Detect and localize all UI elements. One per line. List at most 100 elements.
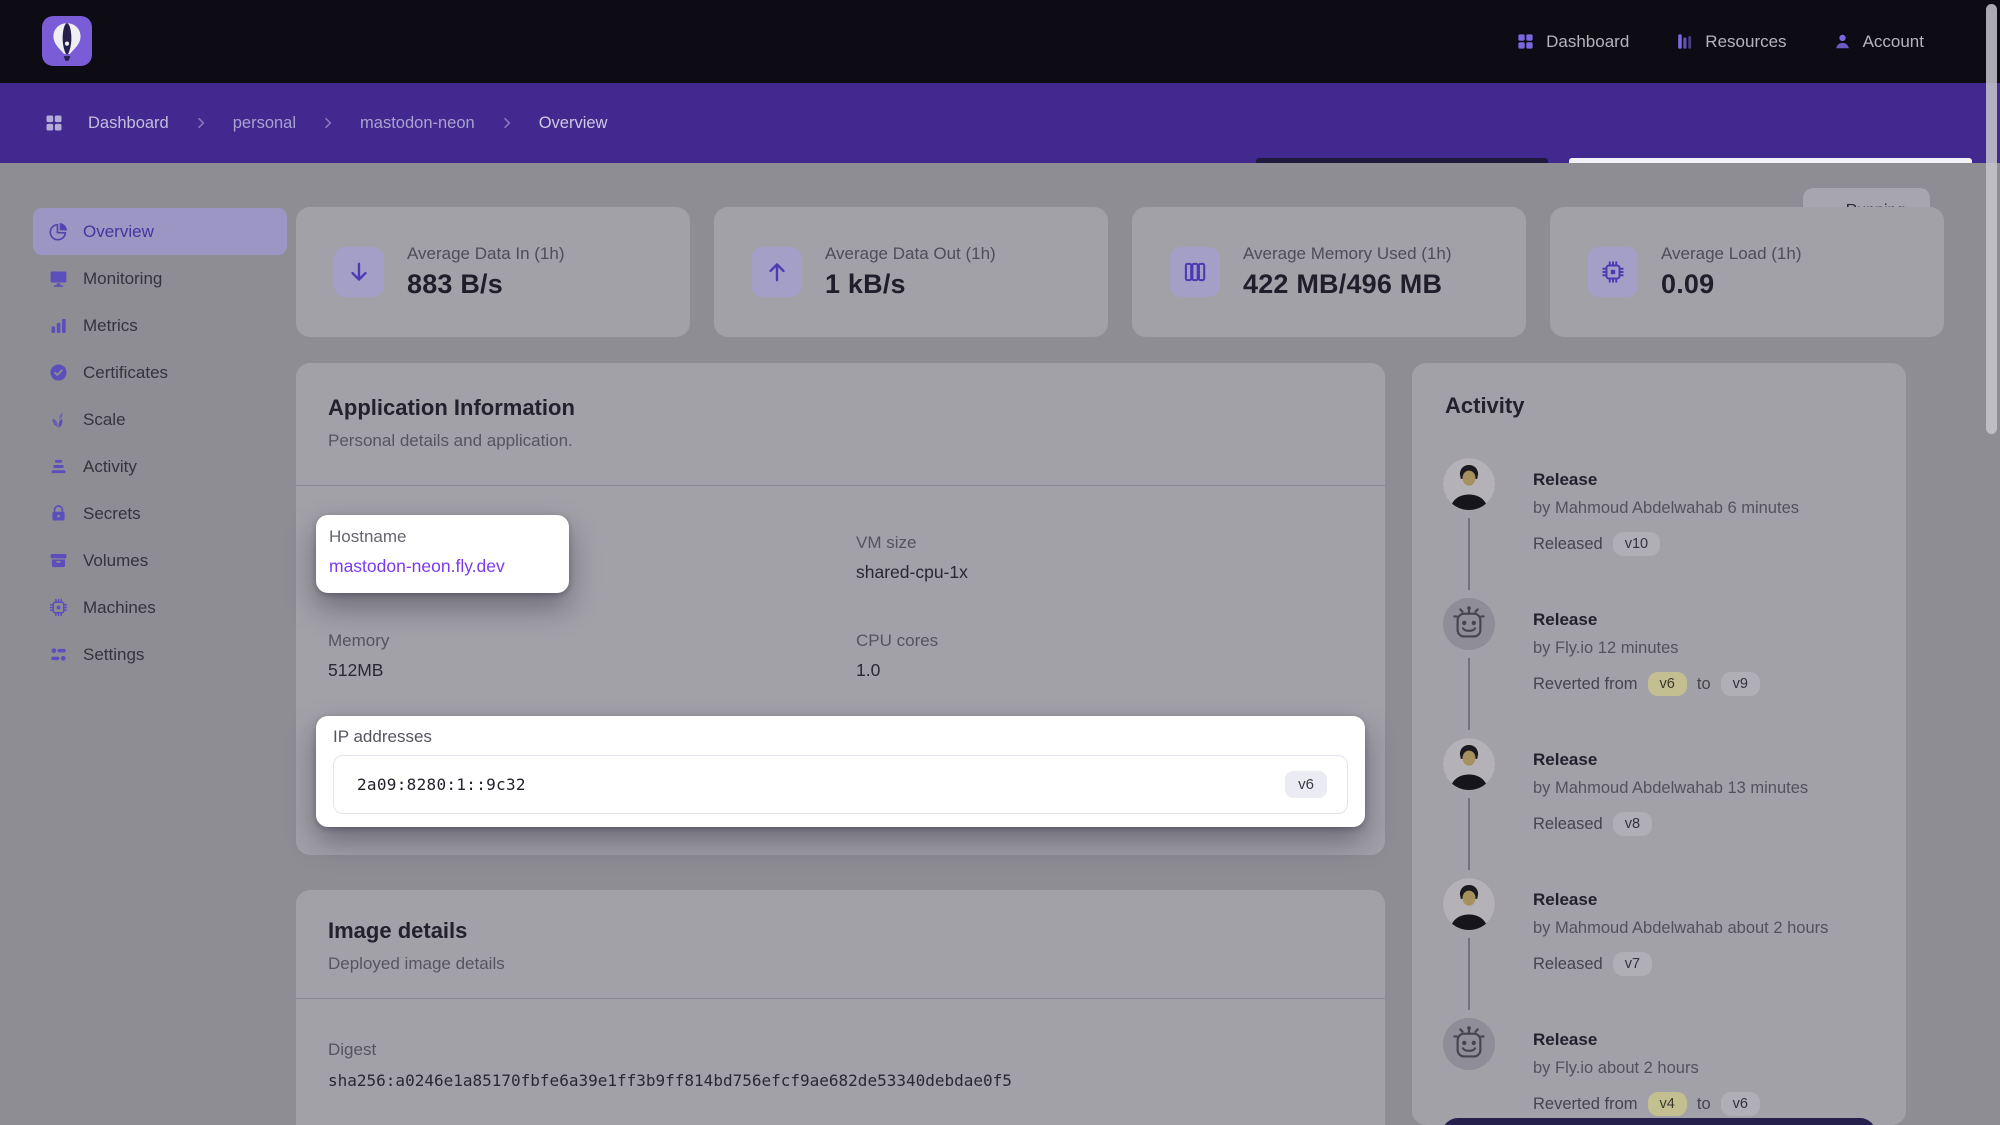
user-avatar — [1443, 878, 1495, 930]
tour-tooltip-top-edge[interactable] — [1442, 1118, 1876, 1125]
sidebar-item-label: Certificates — [83, 363, 168, 383]
sidebar-item-certificates[interactable]: Certificates — [33, 349, 287, 396]
check-badge-icon — [48, 362, 69, 383]
ip-address-row: 2a09:8280:1::9c32 v6 — [333, 755, 1348, 814]
release-action-label: Released — [1533, 815, 1603, 834]
page-scrollbar — [1985, 0, 1998, 1125]
activity-release-item: Releaseby Fly.io about 2 hoursReverted f… — [1412, 1018, 1906, 1125]
release-action-row: Released v8 — [1533, 812, 1652, 836]
memory-field: Memory 512MB — [328, 631, 389, 681]
sidebar-item-secrets[interactable]: Secrets — [33, 490, 287, 537]
breadcrumb-item-overview[interactable]: Overview — [539, 114, 608, 133]
bars-icon — [1675, 32, 1694, 51]
breadcrumb: Dashboard personal mastodon-neon Overview — [44, 83, 607, 163]
sidebar-item-volumes[interactable]: Volumes — [33, 537, 287, 584]
stat-card-0: Average Data In (1h) 883 B/s — [296, 207, 690, 337]
vm-size-field: VM size shared-cpu-1x — [856, 533, 968, 583]
sidebar-item-label: Activity — [83, 457, 137, 477]
sidebar-item-settings[interactable]: Settings — [33, 631, 287, 678]
monitor-icon — [48, 268, 69, 289]
stat-text: Average Data Out (1h)1 kB/s — [825, 244, 996, 300]
user-avatar — [1443, 458, 1495, 510]
release-title: Release — [1533, 470, 1597, 490]
topnav-item-label: Dashboard — [1546, 32, 1629, 52]
stat-value: 422 MB/496 MB — [1243, 269, 1452, 300]
sidebar-item-scale[interactable]: Scale — [33, 396, 287, 443]
stat-value: 0.09 — [1661, 269, 1802, 300]
grid-icon — [44, 113, 64, 133]
tour-tooltip-edge-dark — [1256, 158, 1548, 163]
sidebar-item-monitoring[interactable]: Monitoring — [33, 255, 287, 302]
arrow-down-icon — [346, 259, 372, 285]
release-action-row: Releasedv7 — [1533, 952, 1652, 976]
topnav-item-resources[interactable]: Resources — [1675, 32, 1786, 52]
stat-icon-tile — [1170, 247, 1220, 297]
ip-version-badge: v6 — [1285, 771, 1327, 798]
sidebar-item-machines[interactable]: Machines — [33, 584, 287, 631]
version-badge: v6 — [1648, 672, 1687, 696]
breadcrumb-item-mastodon-neon[interactable]: mastodon-neon — [360, 114, 475, 133]
release-action-label: Reverted from — [1533, 675, 1638, 694]
sidebar-item-label: Machines — [83, 598, 156, 618]
app-info-title: Application Information — [328, 395, 575, 421]
release-byline: by Mahmoud Abdelwahab 6 minutes — [1533, 499, 1799, 518]
release-action-label: Released — [1533, 955, 1603, 974]
memory-value: 512MB — [328, 660, 389, 681]
cpu-cores-field: CPU cores 1.0 — [856, 631, 938, 681]
stats-row: Average Data In (1h)883 B/sAverage Data … — [296, 207, 1944, 337]
image-details-subtitle: Deployed image details — [328, 954, 505, 974]
leaves-icon — [48, 409, 69, 430]
version-badge: v8 — [1613, 812, 1652, 836]
sidebar-item-activity[interactable]: Activity — [33, 443, 287, 490]
stat-label: Average Data In (1h) — [407, 244, 565, 264]
stat-label: Average Memory Used (1h) — [1243, 244, 1452, 264]
release-action-separator: to — [1697, 675, 1711, 694]
stat-value: 883 B/s — [407, 269, 565, 300]
stat-value: 1 kB/s — [825, 269, 996, 300]
sidebar-item-overview[interactable]: Overview — [33, 208, 287, 255]
activity-release-item: Releaseby Mahmoud Abdelwahab about 2 hou… — [1412, 878, 1906, 1018]
digest-value: sha256:a0246e1a85170fbfe6a39e1ff3b9ff814… — [328, 1071, 1012, 1090]
ip-addresses-spotlight-box: IP addresses 2a09:8280:1::9c32 v6 — [316, 716, 1365, 827]
topnav-item-dashboard[interactable]: Dashboard — [1516, 32, 1629, 52]
cpu-cores-label: CPU cores — [856, 631, 938, 651]
cpu-chip-icon — [1600, 259, 1626, 285]
hostname-label: Hostname — [329, 527, 556, 547]
cpu-chip-icon — [48, 597, 69, 618]
chevron-right-icon — [193, 115, 209, 131]
hostname-link[interactable]: mastodon-neon.fly.dev — [329, 556, 556, 577]
version-badge: v6 — [1721, 1092, 1760, 1116]
release-title: Release — [1533, 1030, 1597, 1050]
version-badge: v9 — [1721, 672, 1760, 696]
vm-size-value: shared-cpu-1x — [856, 562, 968, 583]
stat-text: Average Load (1h) 0.09 — [1661, 244, 1802, 300]
activity-panel: Activity Releaseby Mahmoud Abdelwahab 6 … — [1412, 363, 1906, 1125]
topnav-item-account[interactable]: Account — [1833, 32, 1924, 52]
sidebar-item-metrics[interactable]: Metrics — [33, 302, 287, 349]
stat-label: Average Load (1h) — [1661, 244, 1802, 264]
timeline-connector — [1468, 938, 1470, 1010]
release-action-row: Reverted from v6 to v9 — [1533, 672, 1760, 696]
sidebar-item-label: Overview — [83, 222, 154, 242]
release-byline: by Mahmoud Abdelwahab 13 minutes — [1533, 779, 1808, 798]
timeline-connector — [1468, 518, 1470, 590]
fly-logo[interactable] — [42, 16, 92, 66]
release-title: Release — [1533, 610, 1597, 630]
stat-text: Average Memory Used (1h) 422 MB/496 MB — [1243, 244, 1452, 300]
sidebar-item-label: Scale — [83, 410, 126, 430]
breadcrumb-item-personal[interactable]: personal — [233, 114, 296, 133]
stat-card-2: Average Memory Used (1h) 422 MB/496 MB — [1132, 207, 1526, 337]
image-details-card: Image details Deployed image details Dig… — [296, 890, 1385, 1125]
sidebar-nav: Overview MonitoringMetrics Certificates Sca… — [33, 208, 287, 678]
top-navigation-bar: Dashboard Resources Account — [0, 0, 2000, 83]
sidebar-item-label: Volumes — [83, 551, 148, 571]
topnav-item-label: Account — [1863, 32, 1924, 52]
hostname-spotlight-box: Hostname mastodon-neon.fly.dev — [316, 515, 569, 593]
breadcrumb-item-dashboard[interactable]: Dashboard — [88, 114, 169, 133]
stat-icon-tile — [334, 247, 384, 297]
release-title: Release — [1533, 750, 1597, 770]
chevron-right-icon — [499, 115, 515, 131]
stat-icon-tile — [752, 247, 802, 297]
scrollbar-thumb[interactable] — [1986, 4, 1997, 434]
tour-tooltip-edge-white — [1569, 158, 1972, 163]
